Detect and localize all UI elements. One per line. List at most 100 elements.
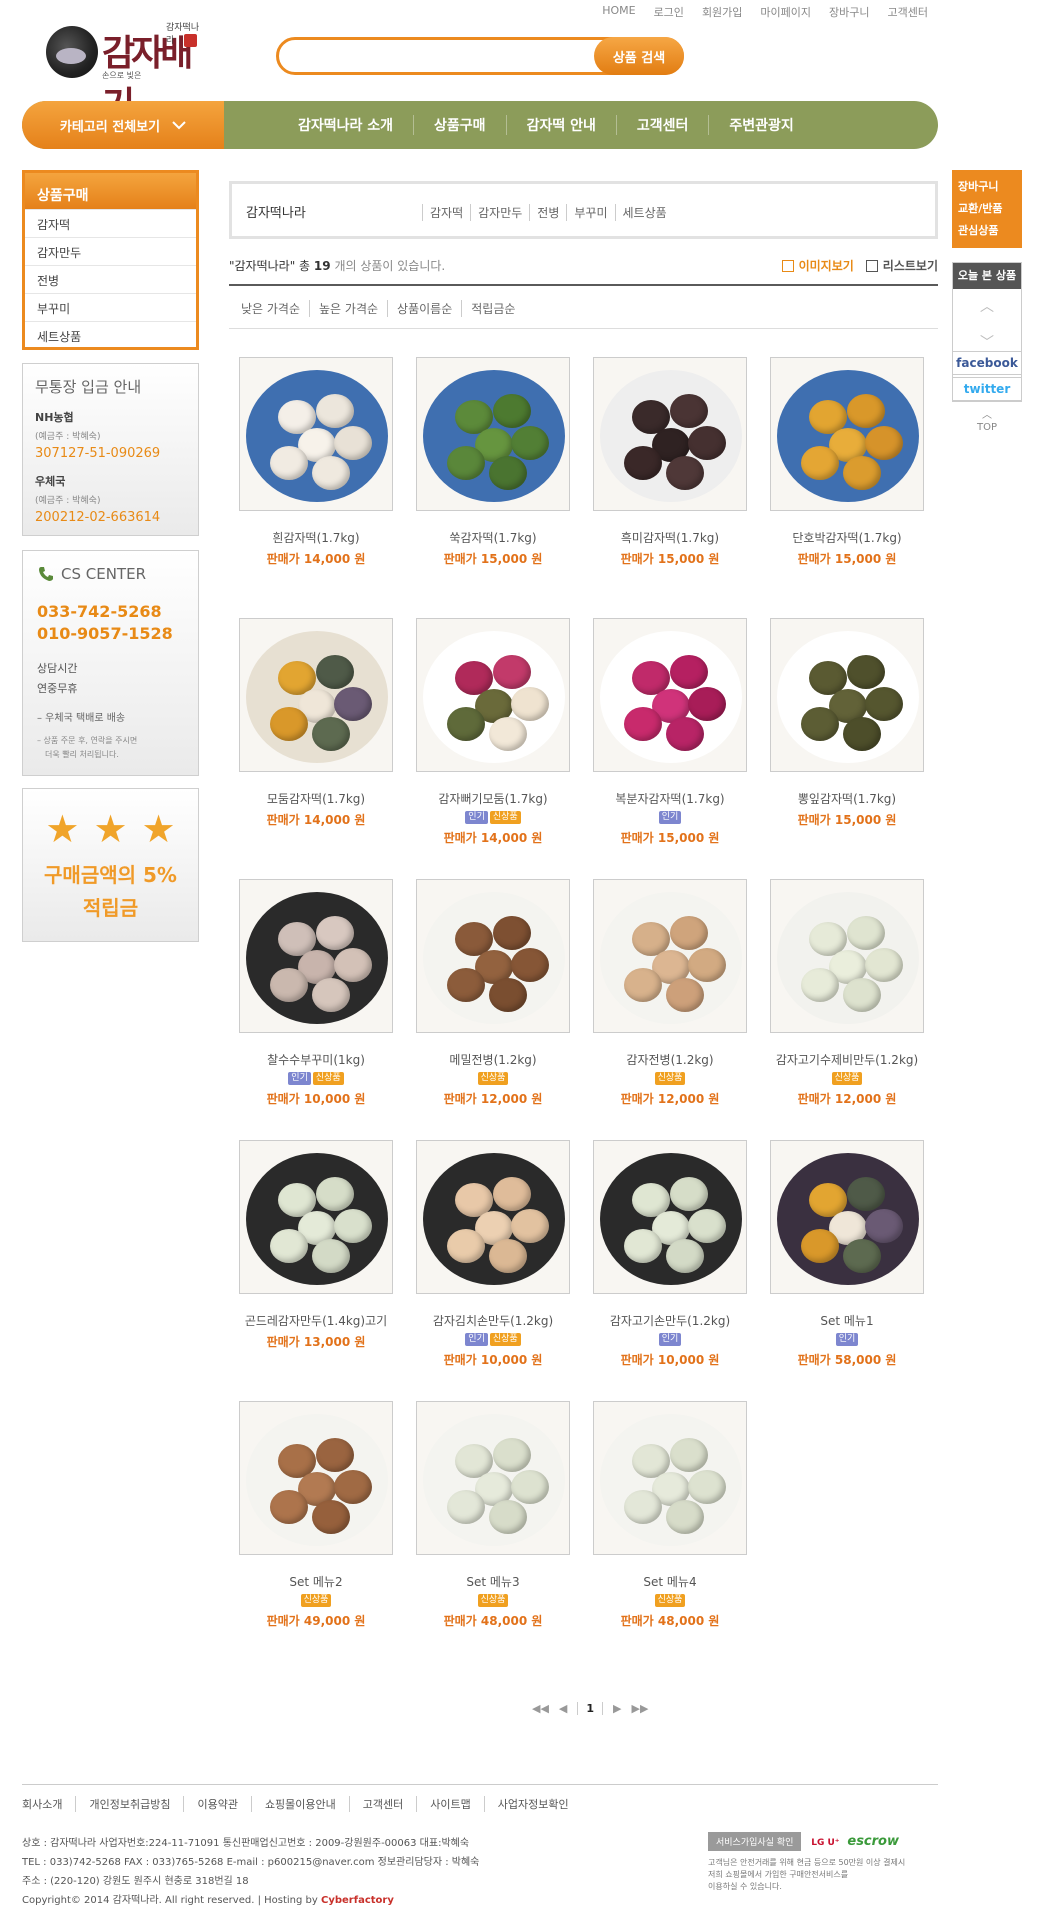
product-name[interactable]: 감자고기손만두(1.2kg) bbox=[581, 1312, 759, 1328]
escrow-check-button[interactable]: 서비스가입사실 확인 bbox=[708, 1832, 802, 1851]
product-card[interactable]: 감자뻐기모둠(1.7kg) 인기 신상품 판매가 14,000 원 bbox=[404, 618, 582, 846]
quick-exchange[interactable]: 교환/반품 bbox=[958, 198, 1016, 220]
product-name[interactable]: 감자김치손만두(1.2kg) bbox=[404, 1312, 582, 1328]
sidebar-item-gamjatteok[interactable]: 감자떡 bbox=[25, 209, 196, 237]
product-image[interactable] bbox=[770, 618, 924, 772]
product-card[interactable]: 단호박감자떡(1.7kg) 판매가 15,000 원 bbox=[758, 357, 936, 567]
product-image[interactable] bbox=[416, 357, 570, 511]
hosting-link[interactable]: Cyberfactory bbox=[321, 1895, 394, 1906]
nav-item-cs[interactable]: 고객센터 bbox=[617, 115, 710, 135]
product-card[interactable]: 감자김치손만두(1.2kg) 인기 신상품 판매가 10,000 원 bbox=[404, 1140, 582, 1368]
product-image[interactable] bbox=[239, 1401, 393, 1555]
footer-link[interactable]: 쇼핑몰이용안내 bbox=[265, 1796, 350, 1812]
top-link-mypage[interactable]: 마이페이지 bbox=[751, 4, 820, 20]
subcategory-link[interactable]: 감자만두 bbox=[470, 204, 529, 221]
product-name[interactable]: Set 메뉴2 bbox=[227, 1573, 405, 1589]
points-banner[interactable]: ★ ★ ★ 구매금액의 5% 적립금 bbox=[22, 788, 199, 942]
quick-wishlist[interactable]: 관심상품 bbox=[958, 220, 1016, 242]
product-card[interactable]: Set 메뉴1 인기 판매가 58,000 원 bbox=[758, 1140, 936, 1368]
product-image[interactable] bbox=[593, 879, 747, 1033]
top-button[interactable]: ︿ TOP bbox=[972, 410, 1002, 434]
nav-item-shop[interactable]: 상품구매 bbox=[414, 115, 507, 135]
list-view-button[interactable]: 리스트보기 bbox=[865, 257, 938, 274]
product-name[interactable]: 모둠감자떡(1.7kg) bbox=[227, 790, 405, 806]
product-card[interactable]: Set 메뉴2 신상품 판매가 49,000 원 bbox=[227, 1401, 405, 1629]
product-image[interactable] bbox=[593, 357, 747, 511]
product-name[interactable]: Set 메뉴4 bbox=[581, 1573, 759, 1589]
product-name[interactable]: 찰수수부꾸미(1kg) bbox=[227, 1051, 405, 1067]
top-link-cart[interactable]: 장바구니 bbox=[820, 4, 878, 20]
product-image[interactable] bbox=[770, 879, 924, 1033]
sidebar-item-mandu[interactable]: 감자만두 bbox=[25, 237, 196, 265]
sidebar-item-set[interactable]: 세트상품 bbox=[25, 321, 196, 349]
footer-link[interactable]: 사업자정보확인 bbox=[498, 1796, 582, 1812]
facebook-button[interactable]: facebook bbox=[952, 351, 1022, 375]
product-name[interactable]: 흑미감자떡(1.7kg) bbox=[581, 529, 759, 545]
product-name[interactable]: 감자뻐기모둠(1.7kg) bbox=[404, 790, 582, 806]
footer-link[interactable]: 고객센터 bbox=[363, 1796, 418, 1812]
top-link-login[interactable]: 로그인 bbox=[645, 4, 693, 20]
sidebar-item-jeonbyeong[interactable]: 전병 bbox=[25, 265, 196, 293]
product-image[interactable] bbox=[239, 618, 393, 772]
subcategory-link[interactable]: 세트상품 bbox=[614, 204, 674, 221]
product-name[interactable]: 곤드레감자만두(1.4kg)고기 bbox=[227, 1312, 405, 1328]
product-name[interactable]: 복분자감자떡(1.7kg) bbox=[581, 790, 759, 806]
product-name[interactable]: Set 메뉴3 bbox=[404, 1573, 582, 1589]
product-card[interactable]: 흰감자떡(1.7kg) 판매가 14,000 원 bbox=[227, 357, 405, 567]
product-name[interactable]: 감자고기수제비만두(1.2kg) bbox=[758, 1051, 936, 1067]
product-card[interactable]: 복분자감자떡(1.7kg) 인기 판매가 15,000 원 bbox=[581, 618, 759, 846]
subcategory-link[interactable]: 전병 bbox=[529, 204, 566, 221]
site-logo[interactable]: 감자배기 감자떡나라 손으로 빚은 bbox=[44, 18, 204, 126]
product-image[interactable] bbox=[593, 1140, 747, 1294]
footer-link[interactable]: 회사소개 bbox=[22, 1796, 77, 1812]
quick-cart[interactable]: 장바구니 bbox=[958, 176, 1016, 198]
top-link-home[interactable]: HOME bbox=[593, 4, 644, 20]
product-name[interactable]: 메밀전병(1.2kg) bbox=[404, 1051, 582, 1067]
product-image[interactable] bbox=[593, 1401, 747, 1555]
product-image[interactable] bbox=[239, 357, 393, 511]
footer-link[interactable]: 이용약관 bbox=[197, 1796, 252, 1812]
subcategory-link[interactable]: 감자떡 bbox=[422, 204, 470, 221]
product-card[interactable]: 메밀전병(1.2kg) 신상품 판매가 12,000 원 bbox=[404, 879, 582, 1107]
product-name[interactable]: Set 메뉴1 bbox=[758, 1312, 936, 1328]
twitter-button[interactable]: twitter bbox=[952, 377, 1022, 401]
product-card[interactable]: 감자전병(1.2kg) 신상품 판매가 12,000 원 bbox=[581, 879, 759, 1107]
image-view-button[interactable]: 이미지보기 bbox=[781, 257, 854, 274]
product-name[interactable]: 단호박감자떡(1.7kg) bbox=[758, 529, 936, 545]
first-page-icon[interactable]: ◀◀ bbox=[532, 1702, 549, 1715]
next-page-icon[interactable]: ▶ bbox=[613, 1702, 621, 1715]
product-card[interactable]: 모둠감자떡(1.7kg) 판매가 14,000 원 bbox=[227, 618, 405, 828]
product-card[interactable]: 쑥감자떡(1.7kg) 판매가 15,000 원 bbox=[404, 357, 582, 567]
last-page-icon[interactable]: ▶▶ bbox=[632, 1702, 649, 1715]
product-name[interactable]: 쑥감자떡(1.7kg) bbox=[404, 529, 582, 545]
product-image[interactable] bbox=[239, 1140, 393, 1294]
product-card[interactable]: 흑미감자떡(1.7kg) 판매가 15,000 원 bbox=[581, 357, 759, 567]
product-image[interactable] bbox=[593, 618, 747, 772]
product-image[interactable] bbox=[416, 879, 570, 1033]
product-image[interactable] bbox=[416, 1401, 570, 1555]
product-name[interactable]: 감자전병(1.2kg) bbox=[581, 1051, 759, 1067]
page-number[interactable]: 1 bbox=[577, 1702, 604, 1715]
product-image[interactable] bbox=[416, 618, 570, 772]
product-card[interactable]: Set 메뉴4 신상품 판매가 48,000 원 bbox=[581, 1401, 759, 1629]
search-button[interactable]: 상품 검색 bbox=[594, 37, 684, 75]
product-card[interactable]: 감자고기수제비만두(1.2kg) 신상품 판매가 12,000 원 bbox=[758, 879, 936, 1107]
nav-item-guide[interactable]: 감자떡 안내 bbox=[507, 115, 617, 135]
sort-points[interactable]: 적립금순 bbox=[471, 300, 524, 317]
sort-name[interactable]: 상품이름순 bbox=[397, 300, 463, 317]
sort-low-price[interactable]: 낮은 가격순 bbox=[241, 300, 311, 317]
sort-high-price[interactable]: 높은 가격순 bbox=[319, 300, 389, 317]
product-image[interactable] bbox=[416, 1140, 570, 1294]
product-image[interactable] bbox=[239, 879, 393, 1033]
product-card[interactable]: 곤드레감자만두(1.4kg)고기 판매가 13,000 원 bbox=[227, 1140, 405, 1350]
prev-page-icon[interactable]: ◀ bbox=[559, 1702, 567, 1715]
category-all-button[interactable]: 카테고리 전체보기 bbox=[22, 101, 224, 149]
product-image[interactable] bbox=[770, 357, 924, 511]
product-name[interactable]: 흰감자떡(1.7kg) bbox=[227, 529, 405, 545]
product-name[interactable]: 뽕잎감자떡(1.7kg) bbox=[758, 790, 936, 806]
top-link-cs[interactable]: 고객센터 bbox=[879, 4, 937, 20]
product-card[interactable]: 찰수수부꾸미(1kg) 인기 신상품 판매가 10,000 원 bbox=[227, 879, 405, 1107]
nav-item-intro[interactable]: 감자떡나라 소개 bbox=[278, 115, 415, 135]
product-image[interactable] bbox=[770, 1140, 924, 1294]
product-card[interactable]: 감자고기손만두(1.2kg) 인기 판매가 10,000 원 bbox=[581, 1140, 759, 1368]
